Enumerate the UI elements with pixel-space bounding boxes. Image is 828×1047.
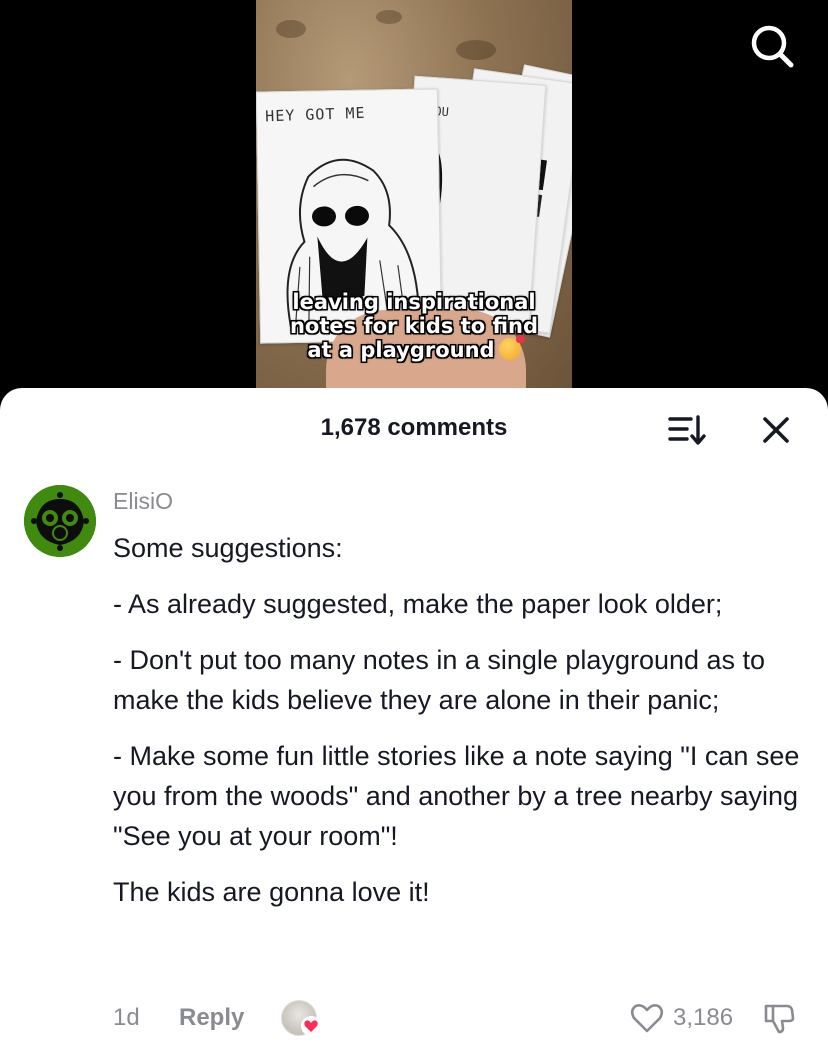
comment-text: Some suggestions: - As already suggested…: [113, 528, 813, 928]
like-button[interactable]: [629, 1000, 665, 1036]
video-player[interactable]: YOU HEY GOT ME leaving inspirational not…: [256, 0, 572, 400]
comments-header: 1,678 comments: [0, 388, 828, 468]
thumbs-down-icon: [764, 1004, 795, 1034]
comments-sheet: 1,678 comments ElisiO Some suggestions: …: [0, 388, 828, 1047]
dislike-button[interactable]: [761, 1000, 797, 1036]
sort-button[interactable]: [667, 412, 709, 448]
video-caption: leaving inspirational notes for kids to …: [256, 290, 572, 362]
smiling-face-with-hearts-icon: [498, 335, 525, 360]
comment-paragraph: - Make some fun little stories like a no…: [113, 741, 800, 851]
comment-time: 1d: [113, 1004, 140, 1031]
note-text: HEY GOT ME: [264, 103, 366, 126]
comment-paragraph: The kids are gonna love it!: [113, 877, 430, 907]
caption-line: leaving inspirational: [292, 290, 536, 314]
comment-paragraph: - Don't put too many notes in a single p…: [113, 645, 766, 715]
ground-texture: [276, 20, 306, 38]
close-icon: [763, 417, 789, 443]
gas-mask-avatar-icon: [24, 485, 96, 557]
close-button[interactable]: [758, 412, 794, 448]
sort-icon: [668, 415, 706, 445]
search-button[interactable]: [745, 20, 799, 74]
like-count: 3,186: [673, 1004, 734, 1031]
caption-line: at a playground: [307, 338, 495, 362]
avatar[interactable]: [24, 485, 96, 557]
heart-outline-icon: [630, 1004, 664, 1033]
ground-texture: [376, 10, 402, 24]
search-icon: [751, 25, 794, 68]
caption-line: notes for kids to find: [289, 314, 539, 338]
comment-paragraph: - As already suggested, make the paper l…: [113, 589, 723, 619]
comment-meta: 1d Reply 3,186: [113, 1000, 813, 1040]
comment-paragraph: Some suggestions:: [113, 533, 343, 563]
comment-username[interactable]: ElisiO: [113, 488, 173, 515]
ground-texture: [456, 40, 496, 60]
heart-filled-icon: [301, 1016, 321, 1036]
reply-button[interactable]: Reply: [179, 1004, 244, 1032]
